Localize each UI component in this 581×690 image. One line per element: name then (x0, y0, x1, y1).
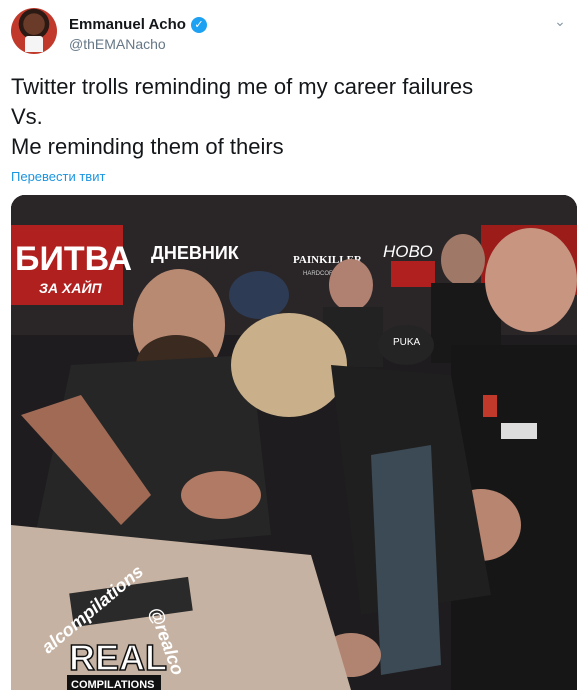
translate-tweet-link[interactable]: Перевести твит (11, 169, 105, 184)
tweet-header: Emmanuel Acho ✓ @thEMANacho ⌄ (11, 6, 571, 60)
chevron-down-icon[interactable]: ⌄ (551, 12, 569, 30)
tattooed-arm (371, 445, 441, 675)
tweet-line-2: Vs. (11, 104, 43, 129)
author-name-row[interactable]: Emmanuel Acho ✓ (69, 16, 207, 33)
cap-text: PUKA (393, 337, 421, 348)
author-display-name[interactable]: Emmanuel Acho (69, 16, 186, 33)
banner-left-text: БИТВА (15, 240, 132, 278)
avatar[interactable] (11, 8, 57, 54)
watermark-small: COMPILATIONS (71, 679, 155, 690)
watermark-big: REAL (69, 637, 167, 678)
tweet-media-video[interactable]: БИТВА ЗА ХАЙП ДНЕВНИК PAINKILLER HARDCOR… (11, 195, 577, 690)
tweet-text: Twitter trolls reminding me of my career… (11, 72, 571, 162)
verified-badge-icon: ✓ (190, 16, 207, 33)
banner-left-sub: ЗА ХАЙП (39, 279, 103, 296)
tweet-line-3: Me reminding them of theirs (11, 134, 284, 159)
tweet-line-1: Twitter trolls reminding me of my career… (11, 74, 474, 99)
banner-mid-text: ДНЕВНИК (151, 243, 240, 263)
banner-right-text: НОВО (383, 242, 433, 261)
bald-man-head (485, 228, 577, 332)
author-handle[interactable]: @thEMANacho (69, 36, 166, 52)
blonde-hair (231, 313, 347, 417)
